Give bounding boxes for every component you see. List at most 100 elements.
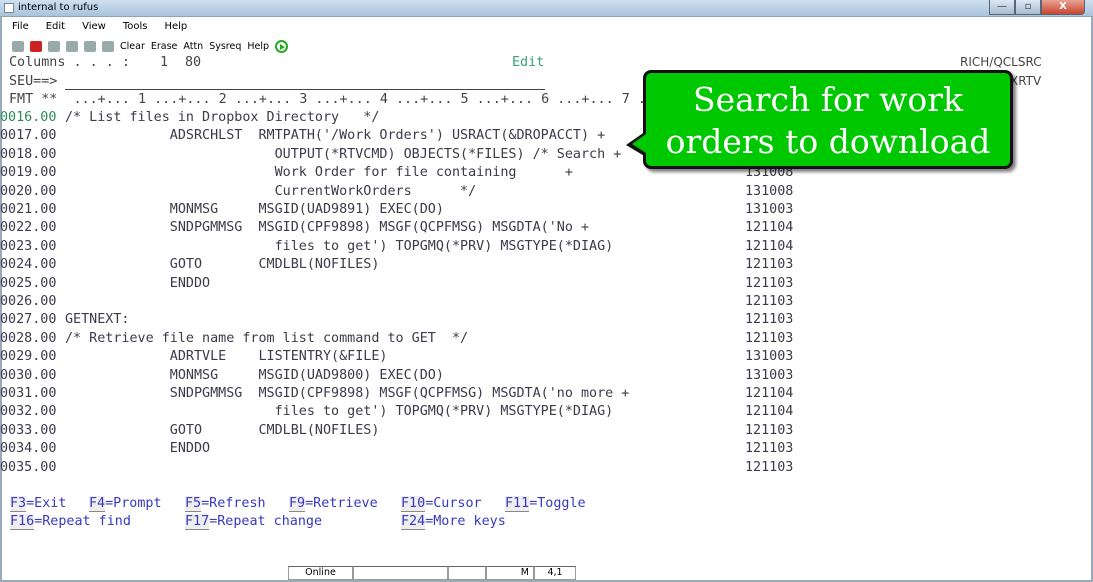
sequence-number: 0032.00 [0,404,57,420]
source-text[interactable]: SNDPGMMSG MSGID(CPF9898) MSGF(QCPFMSG) M… [65,386,630,401]
function-key-code: F3 [10,496,27,512]
function-key-f3[interactable]: F3=Exit [10,496,67,512]
menu-file[interactable]: File [12,21,29,32]
callout-bubble: Search for work orders to download [643,70,1013,169]
menu-help[interactable]: Help [164,21,187,32]
function-key-code: F17 [185,514,210,530]
minimize-button[interactable]: — [989,0,1015,15]
change-date: 131003 [745,202,794,217]
sysreq-button[interactable]: Sysreq [209,41,241,52]
source-text[interactable]: GOTO CMDLBL(NOFILES) [65,257,380,272]
column-from: 1 [160,55,169,70]
sequence-number: 0031.00 [0,386,57,401]
source-text[interactable]: GOTO CMDLBL(NOFILES) [65,423,380,438]
mode-status: M [486,566,534,580]
change-date: 121104 [745,238,794,254]
function-key-f24[interactable]: F24=More keys [401,514,506,530]
function-key-label: =Prompt [105,496,162,511]
sequence-number: 0017.00 [0,128,57,144]
change-date: 121103 [745,294,794,309]
source-text[interactable]: CurrentWorkOrders */ [65,184,477,199]
disconnect-icon[interactable] [30,41,42,52]
function-key-f10[interactable]: F10=Cursor [401,496,482,512]
function-key-label: =Refresh [201,496,266,511]
play-icon[interactable] [275,40,289,53]
change-date: 121103 [745,441,794,457]
toolbar: Clear Erase Attn Sysreq Help [12,40,289,53]
status-field-blank [353,566,448,580]
source-text[interactable]: Work Order for file containing + [65,165,573,180]
attn-button[interactable]: Attn [183,41,203,52]
change-date: 121103 [745,422,794,438]
function-key-f4[interactable]: F4=Prompt [89,496,162,512]
change-date: 121103 [745,330,794,346]
status-field-blank [448,566,486,580]
help-button[interactable]: Help [247,41,269,52]
sequence-number: 0029.00 [0,349,57,365]
function-key-label: =Cursor [425,496,482,511]
window-title: internal to rufus [18,2,99,13]
source-text[interactable]: ENDDO [65,276,210,291]
menu-view[interactable]: View [82,21,106,32]
function-key-f5[interactable]: F5=Refresh [185,496,266,512]
seu-prompt: SEU==> [9,74,58,89]
change-date: 121104 [745,404,794,420]
sequence-number: 0021.00 [0,202,57,217]
sequence-number: 0022.00 [0,220,57,236]
copy-icon[interactable] [48,41,60,52]
change-date: 131003 [745,349,794,365]
callout-line-1: Search for work [692,80,964,119]
paste-icon[interactable] [66,41,78,52]
seu-command-input[interactable] [65,89,545,90]
function-key-f11[interactable]: F11=Toggle [505,496,586,512]
sequence-number: 0018.00 [0,146,57,162]
source-text[interactable]: files to get') TOPGMQ(*PRV) MSGTYPE(*DIA… [65,404,614,419]
source-text[interactable]: MONMSG MSGID(UAD9891) EXEC(DO) [65,202,444,217]
function-key-f9[interactable]: F9=Retrieve [289,496,378,512]
close-button[interactable]: X [1041,0,1085,15]
title-bar: internal to rufus — ▫ X [0,0,1093,17]
maximize-button[interactable]: ▫ [1015,0,1041,15]
function-key-label: =Repeat find [34,514,131,529]
source-text[interactable]: OUTPUT(*RTVCMD) OBJECTS(*FILES) /* Searc… [65,147,622,162]
printer-icon[interactable] [84,41,96,52]
sequence-number: 0025.00 [0,275,57,291]
source-text[interactable]: ADRTVLE LISTENTRY(&FILE) [65,349,388,364]
menu-tools[interactable]: Tools [123,21,148,32]
source-text[interactable]: SNDPGMMSG MSGID(CPF9898) MSGF(QCPFMSG) M… [65,220,589,235]
sequence-number: 0023.00 [0,238,57,254]
clear-button[interactable]: Clear [120,41,145,52]
source-text[interactable]: GETNEXT: [65,312,130,327]
function-key-code: F5 [185,496,202,512]
function-key-code: F11 [505,496,530,512]
status-bar: Online M 4,1 [288,566,576,580]
print-screen-icon[interactable] [12,41,24,52]
erase-button[interactable]: Erase [151,41,178,52]
source-text[interactable]: ADSRCHLST RMTPATH('/Work Orders') USRACT… [65,128,605,143]
source-text[interactable]: /* List files in Dropbox Directory */ [65,110,379,125]
app-icon [4,3,14,13]
source-text[interactable]: MONMSG MSGID(UAD9800) EXEC(DO) [65,368,444,383]
sequence-number: 0030.00 [0,367,57,383]
source-text[interactable]: ENDDO [65,441,210,456]
function-key-label: =Exit [26,496,67,511]
sequence-number: 0024.00 [0,257,57,273]
function-key-f17[interactable]: F17=Repeat change [185,514,322,530]
source-text[interactable]: /* Retrieve file name from list command … [65,331,468,346]
function-key-label: =Retrieve [305,496,378,511]
macro-icon[interactable] [102,41,114,52]
change-date: 121104 [745,386,794,401]
source-text[interactable]: files to get') TOPGMQ(*PRV) MSGTYPE(*DIA… [65,239,614,254]
connection-status: Online [288,566,353,580]
change-date: 131008 [745,183,794,199]
callout-line-2: orders to download [665,122,991,161]
source-file: RICH/QCLSRC [960,55,1042,69]
change-date: 121103 [745,257,794,273]
change-date: 121103 [745,275,794,291]
function-key-code: F9 [289,496,306,512]
mode-indicator: Edit [512,55,545,70]
menu-edit[interactable]: Edit [46,21,65,32]
change-date: 131003 [745,367,794,383]
cursor-position: 4,1 [534,566,576,580]
function-key-f16[interactable]: F16=Repeat find [10,514,131,530]
